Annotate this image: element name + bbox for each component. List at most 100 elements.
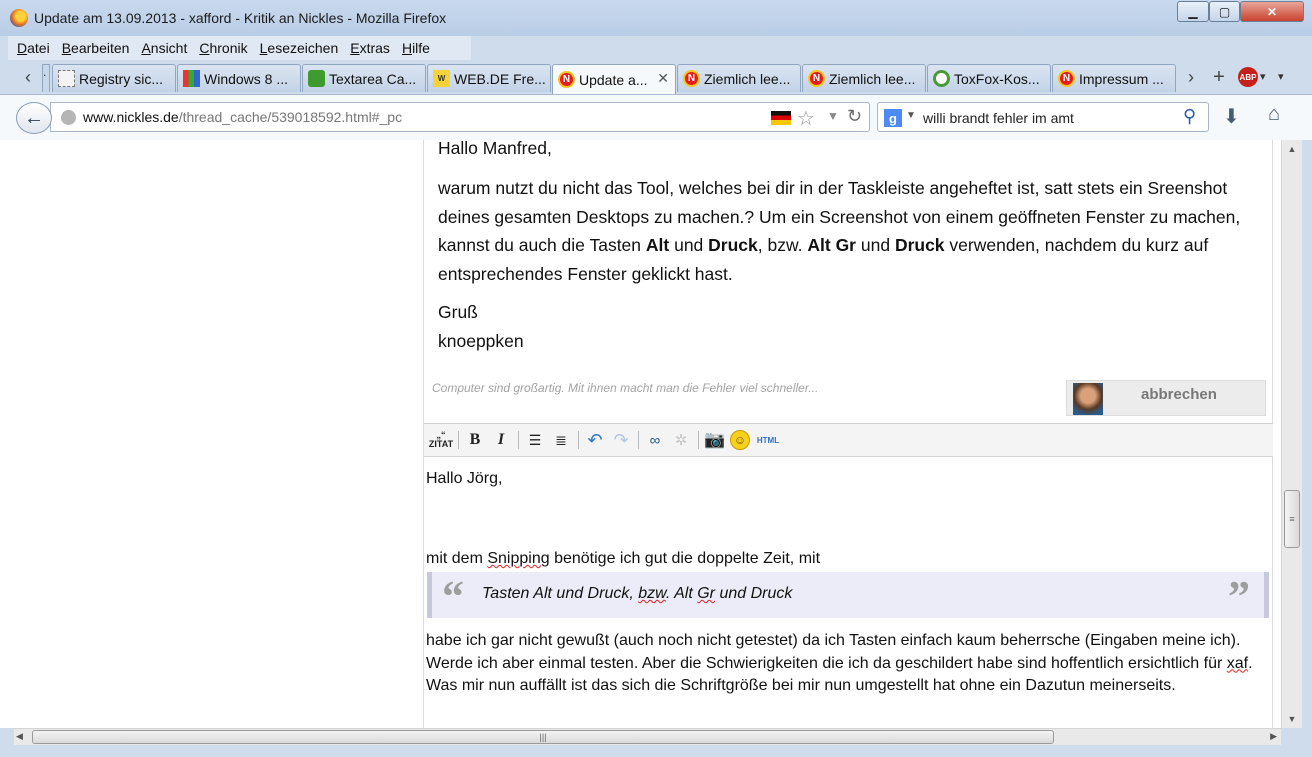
tab-label: Ziemlich lee... [704, 70, 791, 87]
camera-icon[interactable]: 📷 [704, 429, 726, 451]
html-button[interactable]: HTML [754, 429, 782, 451]
url-text[interactable]: www.nickles.de/thread_cache/539018592.ht… [83, 109, 402, 125]
url-dropdown-icon[interactable]: ▼ [827, 109, 839, 123]
unlink-icon[interactable]: ✲ [670, 429, 692, 451]
editor-body: habe ich gar nicht gewußt (auch noch nic… [426, 632, 1253, 694]
google-icon[interactable]: g [884, 109, 902, 127]
post-signoff: Gruß knoeppken [438, 298, 1268, 356]
url-path: /thread_cache/539018592.html#_pc [178, 109, 403, 125]
toolbar-divider [578, 431, 579, 449]
reply-editor[interactable]: „“ ZITAT B I ☰ ≣ ↶ ↷ ∞ ✲ 📷 ☺ HTML Hallo J… [424, 423, 1273, 728]
new-tab-button[interactable]: + [1207, 64, 1231, 90]
search-engine-dropdown-icon[interactable]: ▼ [906, 110, 916, 121]
search-bar[interactable]: g ▼ willi brandt fehler im amt ⚲ [877, 102, 1209, 132]
nickles-icon: N [1058, 70, 1075, 87]
quote-open-icon: “ [442, 572, 464, 621]
nickles-icon: N [558, 71, 575, 88]
url-domain: www.nickles.de [83, 109, 179, 125]
numbered-list-icon[interactable]: ≣ [550, 429, 572, 451]
bold-button[interactable]: B [464, 429, 486, 451]
close-tab-icon[interactable]: ✕ [657, 70, 669, 87]
redo-icon[interactable]: ↷ [610, 429, 632, 451]
left-column [0, 140, 423, 728]
adblock-icon[interactable]: ABP [1238, 67, 1258, 87]
navigation-bar: www.nickles.de/thread_cache/539018592.ht… [0, 94, 1312, 140]
tab-registry[interactable]: Registry sic... [52, 64, 176, 92]
cancel-button[interactable]: abbrechen [1141, 386, 1217, 403]
smiley-icon[interactable]: ☺ [730, 430, 750, 450]
editor-greeting: Hallo Jörg, [426, 470, 503, 487]
toxfox-icon [933, 70, 950, 87]
close-button[interactable]: ✕ [1240, 1, 1304, 22]
editor-line: mit dem Snipping benötige ich gut die do… [426, 550, 821, 567]
search-magnifier-icon[interactable]: ⚲ [1183, 106, 1196, 127]
tab-label: Registry sic... [79, 70, 164, 87]
post-greeting: Hallo Manfred, [438, 140, 552, 158]
tab-scroll-left-button[interactable]: ‹ [14, 64, 42, 90]
undo-icon[interactable]: ↶ [584, 429, 606, 451]
url-bar[interactable]: www.nickles.de/thread_cache/539018592.ht… [50, 102, 870, 132]
reload-icon[interactable]: ↻ [847, 106, 862, 127]
tab-toxfox[interactable]: ToxFox-Kos... [927, 64, 1051, 92]
italic-button[interactable]: I [490, 429, 512, 451]
tab-update[interactable]: N Update a... ✕ [552, 64, 676, 94]
firefox-icon [10, 9, 28, 27]
menu-lesezeichen[interactable]: Lesezeichen [254, 40, 345, 56]
scroll-left-icon[interactable]: ◀ [16, 731, 23, 742]
tab-strip: ‹ . Registry sic... Windows 8 ... Textar… [0, 60, 1312, 94]
post-body: warum nutzt du nicht das Tool, welches b… [438, 178, 1241, 284]
menu-ansicht[interactable]: Ansicht [135, 40, 193, 56]
tab-textarea[interactable]: Textarea Ca... [302, 64, 426, 92]
nickles-icon: N [683, 70, 700, 87]
menu-bearbeiten[interactable]: Bearbeiten [56, 40, 136, 56]
toolbar-divider [458, 431, 459, 449]
tab-webde[interactable]: W WEB.DE Fre... [427, 64, 551, 92]
dashed-page-icon [58, 70, 75, 87]
tab-label: Textarea Ca... [329, 70, 417, 87]
page-content: Hallo Manfred, warum nutzt du nicht das … [0, 140, 1296, 728]
vertical-scrollbar[interactable]: ▲ ≡ ▼ [1281, 140, 1302, 728]
title-bar: Update am 13.09.2013 - xafford - Kritik … [0, 0, 1312, 36]
back-button[interactable]: ← [16, 102, 52, 134]
menu-datei[interactable]: Datei [8, 40, 56, 56]
vertical-scroll-thumb[interactable]: ≡ [1284, 490, 1300, 548]
list-all-tabs-icon[interactable]: ▾ [1278, 70, 1284, 83]
nickles-icon: N [808, 70, 825, 87]
avatar [1073, 383, 1103, 415]
globe-icon [61, 110, 76, 125]
adblock-dropdown-icon[interactable]: ▾ [1260, 70, 1266, 83]
scroll-up-icon[interactable]: ▲ [1282, 140, 1302, 158]
bullet-list-icon[interactable]: ☰ [524, 429, 546, 451]
tab-ziemlich-1[interactable]: N Ziemlich lee... [677, 64, 801, 92]
tab-partial[interactable]: . [42, 64, 50, 92]
tab-label: Impressum ... [1079, 70, 1164, 87]
tab-label: Ziemlich lee... [829, 70, 916, 87]
tab-label: WEB.DE Fre... [454, 70, 546, 87]
minimize-button[interactable]: ▁ [1177, 1, 1209, 22]
tab-windows8[interactable]: Windows 8 ... [177, 64, 301, 92]
download-icon[interactable]: ⬇ [1223, 104, 1240, 129]
tab-label: Windows 8 ... [204, 70, 289, 87]
menu-chronik[interactable]: Chronik [193, 40, 253, 56]
horizontal-scrollbar[interactable]: ◀ ||| ▶ [14, 728, 1281, 745]
maximize-button[interactable]: ▢ [1209, 1, 1240, 22]
menu-hilfe[interactable]: Hilfe [396, 40, 436, 56]
search-input[interactable]: willi brandt fehler im amt [923, 110, 1074, 126]
horizontal-scroll-thumb[interactable]: ||| [32, 730, 1054, 744]
german-flag-icon[interactable] [771, 111, 791, 125]
quote-button[interactable]: „“ ZITAT [429, 429, 453, 451]
link-icon[interactable]: ∞ [644, 429, 666, 451]
post-sign-line2: knoeppken [438, 331, 524, 351]
bookmark-star-icon[interactable]: ☆ [797, 106, 815, 131]
menu-extras[interactable]: Extras [344, 40, 396, 56]
home-icon[interactable]: ⌂ [1268, 103, 1280, 126]
window-frame-bottom [0, 745, 1312, 757]
tab-impressum[interactable]: N Impressum ... [1052, 64, 1176, 92]
puzzle-icon [308, 70, 325, 87]
toolbar-divider [638, 431, 639, 449]
scroll-down-icon[interactable]: ▼ [1282, 710, 1302, 728]
tab-ziemlich-2[interactable]: N Ziemlich lee... [802, 64, 926, 92]
scroll-right-icon[interactable]: ▶ [1270, 731, 1277, 742]
tab-label: Update a... [579, 71, 648, 88]
tab-scroll-right-button[interactable]: › [1178, 64, 1204, 90]
